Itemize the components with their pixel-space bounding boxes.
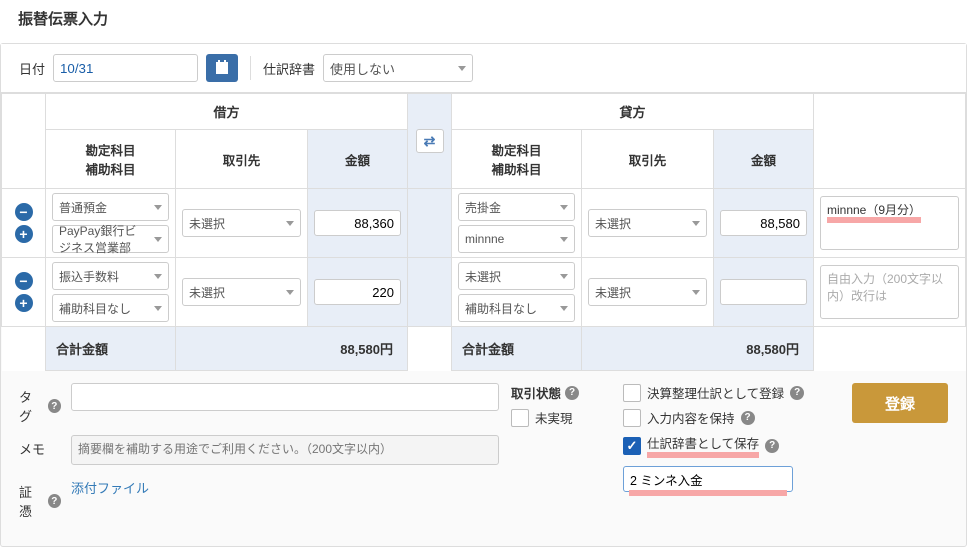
help-icon[interactable] <box>790 386 804 400</box>
debit-subaccount-select[interactable]: PayPay銀行ビジネス営業部 <box>52 225 169 253</box>
date-input[interactable] <box>53 54 198 82</box>
chevron-down-icon <box>154 205 162 210</box>
save-dict-label: 仕訳辞書として保存 <box>647 433 759 458</box>
journal-dict-select[interactable]: 使用しない <box>323 54 473 82</box>
add-row-button[interactable] <box>15 225 33 243</box>
debit-amount-input[interactable] <box>314 210 401 236</box>
chevron-down-icon <box>154 237 162 242</box>
journal-dict-label: 仕訳辞書 <box>263 59 315 78</box>
chevron-down-icon <box>560 205 568 210</box>
dict-name-input[interactable] <box>623 466 793 492</box>
credit-account-select[interactable]: 未選択 <box>458 262 575 290</box>
closing-entry-checkbox[interactable] <box>623 384 641 402</box>
debit-partner-select[interactable]: 未選択 <box>182 278 301 306</box>
chevron-down-icon <box>692 221 700 226</box>
credit-amount-header: 金額 <box>714 130 814 189</box>
debit-partner-select[interactable]: 未選択 <box>182 209 301 237</box>
debit-total-value: 88,580円 <box>176 327 408 371</box>
unrealized-checkbox[interactable] <box>511 409 529 427</box>
chevron-down-icon <box>458 66 466 71</box>
calendar-icon <box>214 60 230 76</box>
debit-header: 借方 <box>46 94 408 130</box>
help-icon[interactable] <box>48 399 61 413</box>
chevron-down-icon <box>560 274 568 279</box>
chevron-down-icon <box>286 221 294 226</box>
closing-entry-label: 決算整理仕訳として登録 <box>647 383 784 402</box>
debit-account-select[interactable]: 普通預金 <box>52 193 169 221</box>
journal-dict-value: 使用しない <box>330 59 395 78</box>
credit-total-label: 合計金額 <box>452 327 582 371</box>
chevron-down-icon <box>560 237 568 242</box>
credit-amount-input[interactable] <box>720 279 807 305</box>
keep-input-checkbox[interactable] <box>623 409 641 427</box>
calendar-button[interactable] <box>206 54 238 82</box>
credit-account-header: 勘定科目 <box>452 140 581 159</box>
debit-total-label: 合計金額 <box>46 327 176 371</box>
chevron-down-icon <box>560 306 568 311</box>
credit-partner-header: 取引先 <box>582 130 714 189</box>
help-icon[interactable] <box>765 439 779 453</box>
swap-button[interactable]: ⇄ <box>416 129 444 153</box>
help-icon[interactable] <box>565 386 579 400</box>
debit-subaccount-select[interactable]: 補助科目なし <box>52 294 169 322</box>
tag-input[interactable] <box>71 383 499 411</box>
unrealized-label: 未実現 <box>535 408 573 427</box>
credit-account-select[interactable]: 売掛金 <box>458 193 575 221</box>
chevron-down-icon <box>286 290 294 295</box>
keep-input-label: 入力内容を保持 <box>647 408 735 427</box>
credit-header: 貸方 <box>452 94 814 130</box>
chevron-down-icon <box>154 274 162 279</box>
transaction-status-label: 取引状態 <box>511 383 561 402</box>
debit-amount-input[interactable] <box>314 279 401 305</box>
remove-row-button[interactable] <box>15 272 33 290</box>
note-input[interactable]: 自由入力（200文字以内）改行は <box>820 265 959 319</box>
remove-row-button[interactable] <box>15 203 33 221</box>
note-input[interactable]: minnne（9月分） <box>820 196 959 250</box>
debit-account-header: 勘定科目 <box>46 140 175 159</box>
debit-account-select[interactable]: 振込手数料 <box>52 262 169 290</box>
help-icon[interactable] <box>48 494 61 508</box>
evidence-label: 証憑 <box>19 482 44 520</box>
swap-icon: ⇄ <box>424 133 436 150</box>
tag-label: タグ <box>19 387 44 425</box>
credit-partner-select[interactable]: 未選択 <box>588 278 707 306</box>
date-label: 日付 <box>19 59 45 78</box>
debit-amount-header: 金額 <box>308 130 408 189</box>
add-row-button[interactable] <box>15 294 33 312</box>
save-dict-checkbox[interactable] <box>623 437 641 455</box>
memo-input[interactable] <box>71 435 499 465</box>
attach-file-link[interactable]: 添付ファイル <box>71 481 149 496</box>
credit-partner-select[interactable]: 未選択 <box>588 209 707 237</box>
memo-label: メモ <box>19 439 45 458</box>
credit-subaccount-select[interactable]: 補助科目なし <box>458 294 575 322</box>
chevron-down-icon <box>154 306 162 311</box>
help-icon[interactable] <box>741 411 755 425</box>
debit-subaccount-header: 補助科目 <box>46 159 175 178</box>
credit-total-value: 88,580円 <box>582 327 814 371</box>
chevron-down-icon <box>692 290 700 295</box>
credit-subaccount-header: 補助科目 <box>452 159 581 178</box>
credit-amount-input[interactable] <box>720 210 807 236</box>
credit-subaccount-select[interactable]: minnne <box>458 225 575 253</box>
register-button[interactable]: 登録 <box>852 383 948 423</box>
debit-partner-header: 取引先 <box>176 130 308 189</box>
page-title: 振替伝票入力 <box>0 0 967 43</box>
